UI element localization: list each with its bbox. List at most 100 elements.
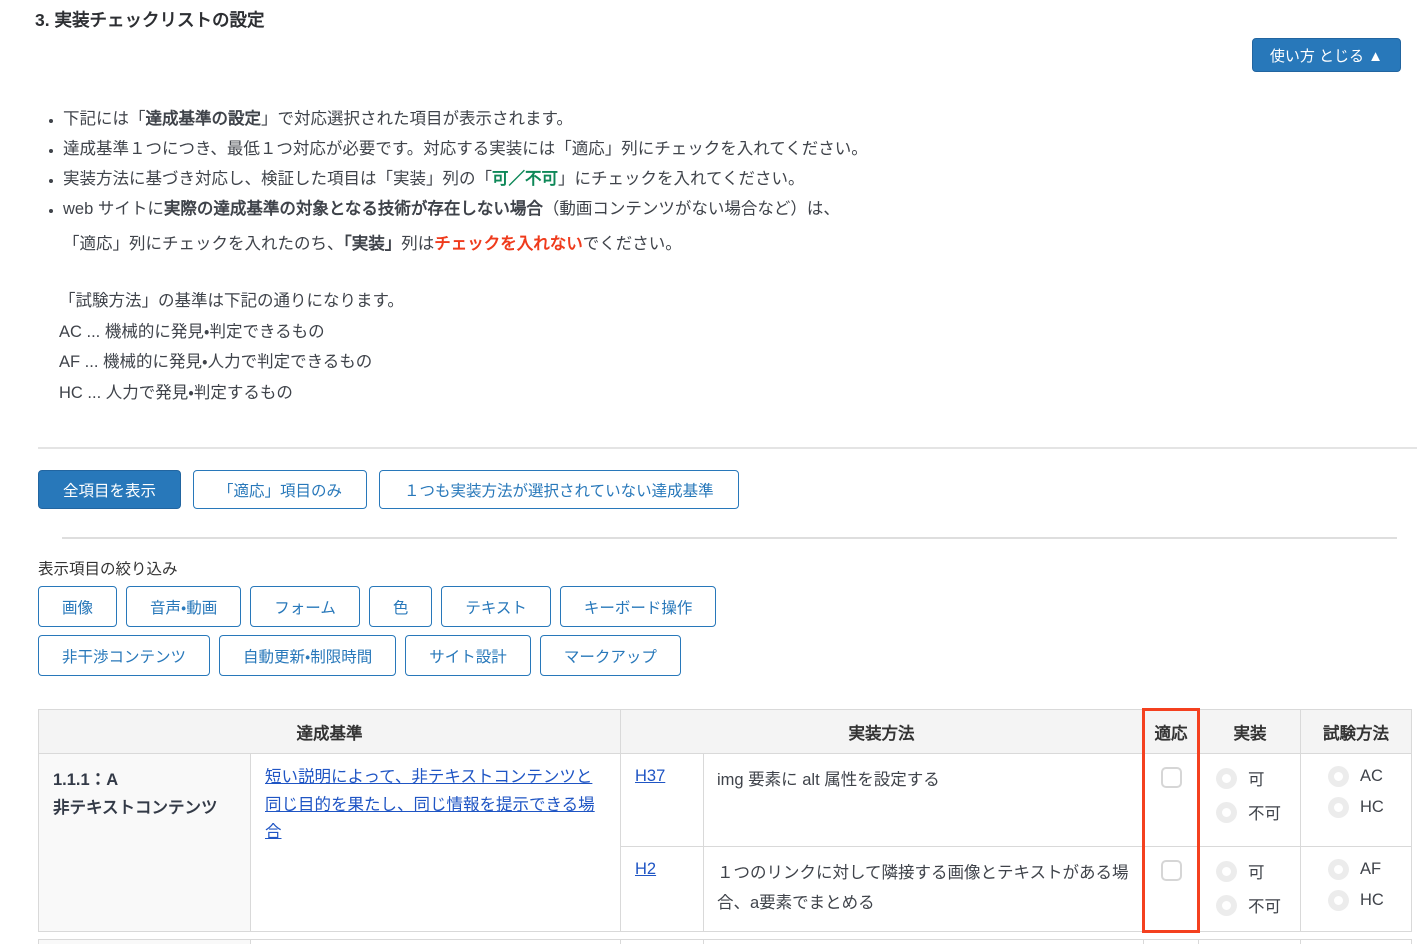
instruction-text-bold: 「実装」	[343, 235, 402, 253]
category-audio-video-button[interactable]: 音声・動画	[126, 586, 242, 627]
category-non-interference-button[interactable]: 非干渉コンテンツ	[38, 635, 211, 676]
impl-ng-label: 不可	[1248, 805, 1281, 823]
test-method-radio-1[interactable]	[1328, 859, 1349, 880]
test-method-hc: HC ... 人力で発見・判定するもの	[59, 383, 293, 402]
test-method-ac: AC ... 機械的に発見・判定できるもの	[59, 322, 325, 341]
instruction-text: （動画コンテンツがない場合など）は、	[542, 200, 840, 218]
adapt-checkbox[interactable]	[1160, 767, 1182, 788]
impl-ok-radio[interactable]	[1216, 767, 1237, 789]
impl-ng-radio[interactable]	[1216, 894, 1237, 916]
impl-ok-label: 可	[1248, 771, 1265, 789]
instruction-text-bold: 実際の達成基準の対象となる技術が存在しない場合	[163, 200, 543, 218]
impl-ok-radio[interactable]	[1216, 860, 1237, 882]
category-markup-button[interactable]: マークアップ	[539, 635, 681, 676]
table-header-row: 達成基準 実装方法 適応 実装 試験方法	[38, 708, 1412, 754]
header-test: 試験方法	[1300, 709, 1412, 754]
criterion-link[interactable]: 短い説明によって、非テキストコンテンツと同じ目的を果たし、同じ情報を提示できる場…	[265, 768, 595, 841]
instruction-item-4: web サイトに実際の達成基準の対象となる技術が存在しない場合（動画コンテンツが…	[63, 194, 868, 259]
impl-ok-label: 可	[1248, 864, 1265, 882]
page-title: 3. 実装チェックリストの設定	[35, 10, 265, 30]
adapted-only-button[interactable]: 「適応」項目のみ	[193, 470, 368, 509]
test-method-radio-2[interactable]	[1328, 890, 1349, 911]
instruction-list: 下記には「達成基準の設定」で対応選択された項目が表示されます。 達成基準１つにつ…	[40, 104, 868, 259]
instruction-text: 達成基準１つにつき、最低１つ対応が必要です。対応する実装には「適応」列にチェック…	[63, 140, 868, 158]
test-method-radio-1[interactable]	[1328, 766, 1349, 787]
instruction-text: でください。	[582, 235, 682, 253]
adapt-cell	[1142, 846, 1200, 933]
criterion-cell	[38, 939, 251, 944]
instruction-item-2: 達成基準１つにつき、最低１つ対応が必要です。対応する実装には「適応」列にチェック…	[63, 134, 868, 164]
instruction-text-green: 可／不可	[492, 170, 558, 188]
category-color-button[interactable]: 色	[368, 586, 433, 627]
category-site-design-button[interactable]: サイト設計	[405, 635, 531, 676]
test-method-intro: 「試験方法」の基準は下記の通りになります。	[59, 292, 404, 310]
test-method-label-1: AF	[1360, 860, 1382, 878]
show-all-button[interactable]: 全項目を表示	[38, 470, 182, 509]
table-row: 1.1.1：A 非テキストコンテンツ 短い説明によって、非テキストコンテンツと同…	[38, 753, 1412, 932]
usage-toggle-button[interactable]: 使い方 とじる ▲	[1251, 38, 1401, 72]
method-code-cell: H2	[620, 846, 704, 932]
test-method-note: 「試験方法」の基準は下記の通りになります。 AC ... 機械的に発見・判定でき…	[59, 286, 404, 408]
instruction-text: 下記には「	[63, 110, 146, 128]
instruction-text: 「適応」列にチェックを入れたのち、	[63, 235, 344, 253]
impl-ng-radio[interactable]	[1216, 801, 1237, 823]
header-impl: 実装	[1198, 709, 1301, 754]
method-description: １つのリンクに対して隣接する画像とテキストがある場合、a要素でまとめる	[703, 846, 1144, 932]
method-code-link[interactable]: H37	[635, 767, 665, 785]
impl-cell: 可 不可	[1198, 846, 1301, 932]
impl-ng-label: 不可	[1248, 898, 1281, 916]
instruction-text: 」にチェックを入れてください。	[558, 170, 805, 188]
header-method: 実装方法	[620, 709, 1144, 754]
category-keyboard-button[interactable]: キーボード操作	[559, 586, 717, 627]
category-auto-update-button[interactable]: 自動更新・制限時間	[219, 635, 397, 676]
checklist-table: 達成基準 実装方法 適応 実装 試験方法 1.1.1：A 非テキストコンテンツ …	[38, 708, 1412, 933]
header-adapt-highlighted: 適応	[1142, 708, 1200, 754]
test-method-radio-2[interactable]	[1328, 797, 1349, 818]
unselected-criteria-button[interactable]: １つも実装方法が選択されていない達成基準	[379, 470, 739, 509]
test-method-af: AF ... 機械的に発見・人力で判定できるもの	[59, 353, 373, 371]
divider-filter	[62, 537, 1397, 539]
instruction-text-bold: 達成基準の設定	[145, 110, 262, 128]
display-filter-row: 全項目を表示 「適応」項目のみ １つも実装方法が選択されていない達成基準	[38, 470, 739, 509]
category-image-button[interactable]: 画像	[38, 586, 118, 627]
criterion-id: 1.1.1：A	[53, 771, 119, 789]
criterion-link-cell	[250, 939, 621, 944]
table-row	[38, 939, 1412, 944]
method-description	[703, 939, 1144, 944]
instruction-text: 列は	[401, 235, 435, 253]
header-criterion: 達成基準	[38, 709, 621, 754]
test-method-label-1: AC	[1360, 767, 1383, 785]
criterion-name: 非テキストコンテンツ	[53, 799, 218, 817]
method-code-cell: H37	[620, 753, 704, 847]
test-cell: AC HC	[1300, 753, 1412, 847]
category-filter-label: 表示項目の絞り込み	[38, 561, 178, 578]
criterion-link-cell: 短い説明によって、非テキストコンテンツと同じ目的を果たし、同じ情報を提示できる場…	[250, 753, 621, 932]
test-cell: AF HC	[1300, 846, 1412, 932]
category-form-button[interactable]: フォーム	[250, 586, 360, 627]
instruction-item-3: 実装方法に基づき対応し、検証した項目は「実装」列の「可／不可」にチェックを入れて…	[63, 164, 868, 194]
method-description: img 要素に alt 属性を設定する	[703, 753, 1144, 847]
checklist-table-next-group	[38, 939, 1412, 944]
method-code-link[interactable]: H2	[635, 860, 656, 878]
method-code-cell	[620, 939, 704, 944]
test-method-label-2: HC	[1360, 891, 1384, 909]
instruction-text: web サイトに	[63, 200, 164, 218]
divider-top	[38, 447, 1417, 449]
instruction-item-1: 下記には「達成基準の設定」で対応選択された項目が表示されます。	[63, 104, 868, 134]
test-method-label-2: HC	[1360, 798, 1384, 816]
impl-cell	[1198, 939, 1301, 944]
category-text-button[interactable]: テキスト	[441, 586, 551, 627]
category-filter-row-2: 非干渉コンテンツ 自動更新・制限時間 サイト設計 マークアップ	[38, 635, 681, 676]
impl-cell: 可 不可	[1198, 753, 1301, 847]
test-cell	[1300, 939, 1412, 944]
criterion-cell: 1.1.1：A 非テキストコンテンツ	[38, 753, 251, 932]
adapt-checkbox[interactable]	[1160, 860, 1182, 881]
checklist-table-area: 達成基準 実装方法 適応 実装 試験方法 1.1.1：A 非テキストコンテンツ …	[38, 708, 1412, 944]
category-filter-row-1: 画像 音声・動画 フォーム 色 テキスト キーボード操作	[38, 586, 717, 627]
instruction-text-red: チェックを入れない	[434, 235, 583, 253]
page: 3. 実装チェックリストの設定 使い方 とじる ▲ 下記には「達成基準の設定」で…	[0, 0, 1417, 944]
instruction-text: 実装方法に基づき対応し、検証した項目は「実装」列の「	[63, 170, 492, 188]
adapt-cell	[1143, 939, 1199, 944]
adapt-cell	[1142, 753, 1200, 847]
instruction-text: 」で対応選択された項目が表示されます。	[261, 110, 573, 128]
